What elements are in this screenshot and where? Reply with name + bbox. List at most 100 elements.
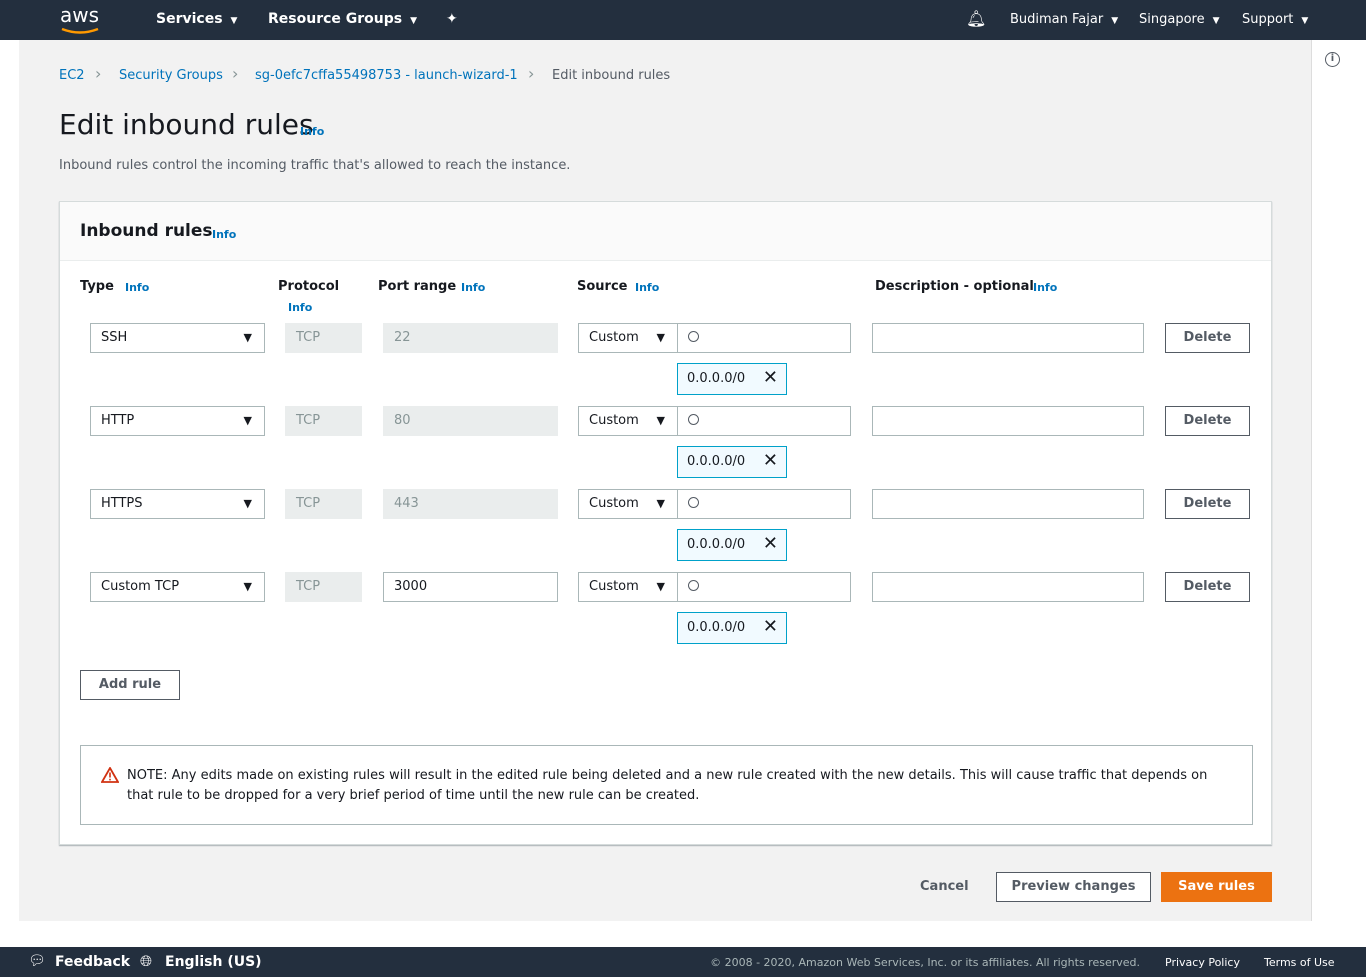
privacy-policy-link[interactable]: Privacy Policy	[1165, 956, 1240, 969]
preview-changes-button[interactable]: Preview changes	[996, 872, 1151, 902]
close-icon[interactable]: ✕	[763, 367, 778, 388]
chevron-down-icon: ▼	[410, 16, 418, 26]
terms-link[interactable]: Terms of Use	[1264, 956, 1335, 969]
support-menu[interactable]: Support ▼	[1242, 12, 1308, 27]
source-select[interactable]: Custom ▼	[578, 323, 678, 353]
cidr-token: 0.0.0.0/0 ✕	[677, 612, 787, 644]
breadcrumb-security-groups[interactable]: Security Groups	[119, 68, 223, 83]
caret-down-icon: ▼	[656, 497, 665, 510]
cidr-token: 0.0.0.0/0 ✕	[677, 363, 787, 395]
breadcrumb-security-group[interactable]: sg-0efc7cffa55498753 - launch-wizard-1	[255, 68, 518, 83]
search-icon	[688, 414, 699, 425]
cancel-button[interactable]: Cancel	[920, 879, 969, 894]
delete-rule-button[interactable]: Delete	[1165, 406, 1250, 436]
type-select[interactable]: HTTP ▼	[90, 406, 265, 436]
warning-icon	[101, 767, 119, 783]
card-info-link[interactable]: Info	[212, 228, 236, 241]
type-select[interactable]: SSH ▼	[90, 323, 265, 353]
type-select[interactable]: HTTPS ▼	[90, 489, 265, 519]
info-panel-icon[interactable]: i	[1325, 52, 1340, 67]
feedback-icon: 💬︎	[28, 953, 46, 969]
chevron-right-icon: ›	[95, 64, 102, 83]
search-icon	[688, 497, 699, 508]
close-icon[interactable]: ✕	[763, 533, 778, 554]
card-header: Inbound rules Info	[60, 202, 1271, 261]
language-selector[interactable]: English (US)	[165, 954, 262, 970]
caret-down-icon: ▼	[656, 580, 665, 593]
caret-down-icon: ▼	[656, 414, 665, 427]
page-title: Edit inbound rules	[59, 108, 314, 141]
region-menu[interactable]: Singapore ▼	[1139, 12, 1220, 27]
cidr-token: 0.0.0.0/0 ✕	[677, 446, 787, 478]
add-rule-button[interactable]: Add rule	[80, 670, 180, 700]
page-info-link[interactable]: Info	[300, 125, 324, 138]
services-menu[interactable]: Services ▼	[156, 11, 237, 27]
port-range-input: 80	[383, 406, 558, 436]
close-icon[interactable]: ✕	[763, 450, 778, 471]
type-select[interactable]: Custom TCP ▼	[90, 572, 265, 602]
breadcrumb-ec2[interactable]: EC2	[59, 68, 85, 83]
description-input[interactable]	[872, 406, 1144, 436]
card-title: Inbound rules	[80, 221, 213, 241]
col-type: Type	[80, 279, 114, 294]
caret-down-icon: ▼	[656, 331, 665, 344]
source-select[interactable]: Custom ▼	[578, 572, 678, 602]
breadcrumb-current: Edit inbound rules	[552, 68, 671, 83]
port-range-input: 22	[383, 323, 558, 353]
close-icon[interactable]: ✕	[763, 616, 778, 637]
chevron-right-icon: ›	[232, 64, 239, 83]
top-nav: aws Services ▼ Resource Groups ▼ ✦ 🔔︎ Budi…	[0, 0, 1366, 40]
protocol-field: TCP	[285, 406, 362, 436]
source-select[interactable]: Custom ▼	[578, 406, 678, 436]
right-panel: i	[1311, 40, 1366, 921]
protocol-field: TCP	[285, 323, 362, 353]
copyright: © 2008 - 2020, Amazon Web Services, Inc.…	[710, 956, 1140, 969]
protocol-field: TCP	[285, 572, 362, 602]
source-search-input[interactable]	[677, 406, 851, 436]
source-select[interactable]: Custom ▼	[578, 489, 678, 519]
source-info-link[interactable]: Info	[635, 281, 659, 294]
chevron-down-icon: ▼	[1301, 16, 1309, 26]
source-search-input[interactable]	[677, 489, 851, 519]
resource-groups-menu[interactable]: Resource Groups ▼	[268, 11, 417, 27]
footer: 💬︎ Feedback 🌐︎ English (US) © 2008 - 202…	[0, 947, 1366, 977]
port-range-input: 443	[383, 489, 558, 519]
caret-down-icon: ▼	[243, 497, 252, 510]
search-icon	[688, 580, 699, 591]
type-info-link[interactable]: Info	[125, 281, 149, 294]
source-search-input[interactable]	[677, 572, 851, 602]
description-input[interactable]	[872, 572, 1144, 602]
user-menu[interactable]: Budiman Fajar ▼	[1010, 12, 1118, 27]
warning-text: NOTE: Any edits made on existing rules w…	[127, 768, 1208, 803]
description-input[interactable]	[872, 323, 1144, 353]
chevron-down-icon: ▼	[1111, 16, 1119, 26]
col-source: Source	[577, 279, 628, 294]
chevron-right-icon: ›	[528, 64, 535, 83]
delete-rule-button[interactable]: Delete	[1165, 323, 1250, 353]
cidr-token: 0.0.0.0/0 ✕	[677, 529, 787, 561]
inbound-rules-card: Inbound rules Info Type Info Protocol In…	[59, 201, 1272, 845]
chevron-down-icon: ▼	[1212, 16, 1220, 26]
save-rules-button[interactable]: Save rules	[1161, 872, 1272, 902]
protocol-info-link[interactable]: Info	[288, 301, 312, 314]
col-protocol: Protocol	[278, 279, 340, 294]
chevron-down-icon: ▼	[230, 16, 238, 26]
page-description: Inbound rules control the incoming traff…	[59, 158, 571, 173]
feedback-link[interactable]: Feedback	[55, 954, 130, 970]
port-info-link[interactable]: Info	[461, 281, 485, 294]
search-icon	[688, 331, 699, 342]
delete-rule-button[interactable]: Delete	[1165, 489, 1250, 519]
delete-rule-button[interactable]: Delete	[1165, 572, 1250, 602]
pin-icon[interactable]: ✦	[446, 11, 458, 27]
description-input[interactable]	[872, 489, 1144, 519]
bell-icon[interactable]: 🔔︎	[966, 9, 986, 28]
protocol-field: TCP	[285, 489, 362, 519]
source-search-input[interactable]	[677, 323, 851, 353]
col-description: Description - optional	[875, 279, 1034, 294]
port-range-input[interactable]: 3000	[383, 572, 558, 602]
description-info-link[interactable]: Info	[1033, 281, 1057, 294]
globe-icon: 🌐︎	[140, 952, 153, 970]
col-port-range: Port range	[378, 279, 457, 294]
caret-down-icon: ▼	[243, 414, 252, 427]
aws-logo[interactable]: aws	[60, 3, 99, 34]
